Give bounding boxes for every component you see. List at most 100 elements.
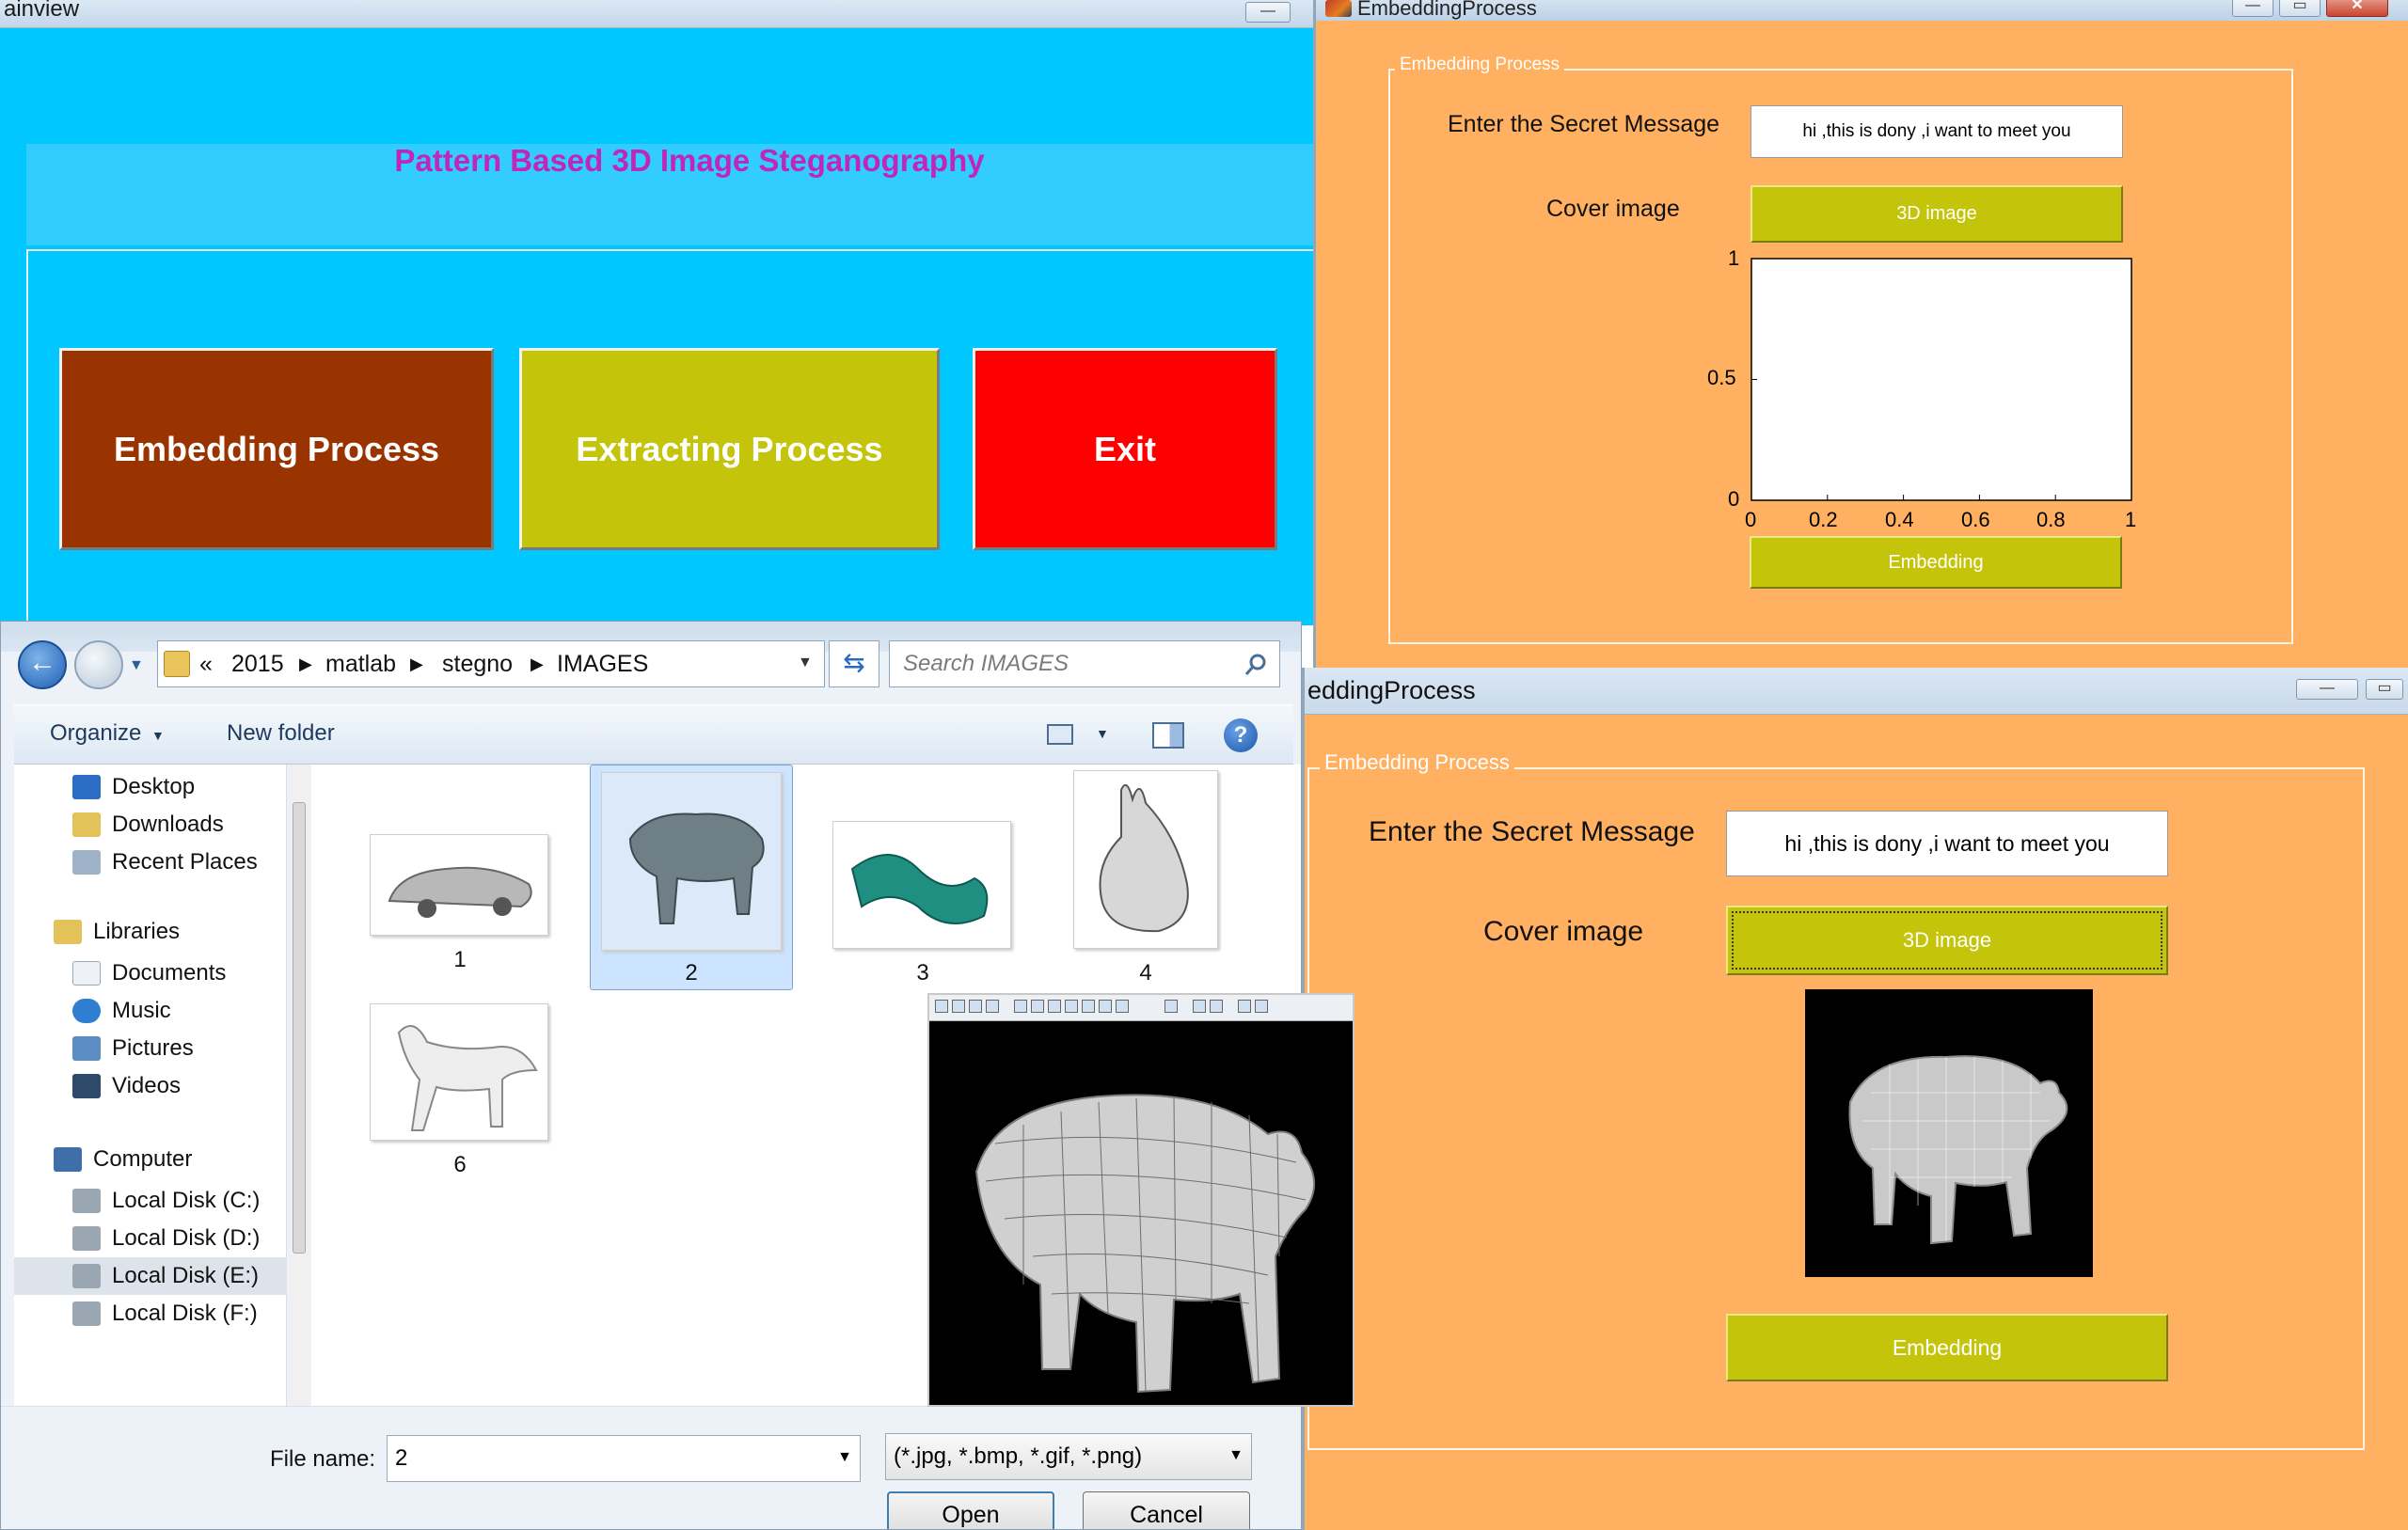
file-thumb-1[interactable] (370, 834, 548, 936)
nav-local-disk-c[interactable]: Local Disk (C:) (14, 1182, 287, 1220)
nav-downloads[interactable]: Downloads (72, 806, 258, 844)
minimize-button[interactable]: — (2232, 0, 2273, 17)
nav-label: Libraries (93, 919, 181, 944)
embedding-process-button[interactable]: Embedding Process (59, 348, 494, 550)
print-icon[interactable] (986, 1000, 999, 1013)
save-icon[interactable] (969, 1000, 982, 1013)
breadcrumb-2015[interactable]: 2015 (231, 651, 284, 678)
chevron-down-icon[interactable]: ▼ (798, 655, 813, 671)
nav-recent-places[interactable]: Recent Places (72, 844, 258, 881)
maximize-button[interactable]: ▭ (2279, 0, 2321, 17)
file-type-value: (*.jpg, *.bmp, *.gif, *.png) (894, 1443, 1143, 1469)
pan-icon[interactable] (1065, 1000, 1078, 1013)
axes-plot (1751, 258, 2132, 501)
hide-plot-tools-icon[interactable] (1238, 1000, 1251, 1013)
nav-libraries[interactable]: Libraries (54, 913, 180, 951)
breadcrumb-matlab[interactable]: matlab (325, 651, 396, 678)
file-label-4: 4 (1139, 960, 1152, 986)
show-plot-tools-icon[interactable] (1255, 1000, 1268, 1013)
cover-image-button[interactable]: 3D image (1751, 185, 2123, 243)
chevron-right-icon: ▶ (299, 655, 312, 673)
refresh-icon[interactable]: ⇆ (829, 640, 879, 687)
breadcrumb-overflow[interactable]: « (199, 651, 213, 678)
secret-message-input[interactable]: hi ,this is dony ,i want to meet you (1751, 105, 2123, 158)
navigation-pane: Desktop Downloads Recent Places Librarie… (14, 765, 287, 1406)
horse-mesh-icon (397, 1024, 538, 1131)
drive-icon (72, 1189, 101, 1213)
nav-local-disk-e[interactable]: Local Disk (E:) (14, 1257, 287, 1295)
pointer-icon[interactable] (1014, 1000, 1027, 1013)
folder-icon (164, 651, 190, 677)
help-icon[interactable]: ? (1224, 718, 1258, 752)
recent-places-icon (72, 850, 101, 875)
nav-label: Downloads (112, 812, 224, 837)
nav-local-disk-d[interactable]: Local Disk (D:) (14, 1220, 287, 1257)
chevron-down-icon[interactable]: ▼ (1096, 726, 1109, 741)
file-thumb-3[interactable] (832, 821, 1011, 949)
zoom-out-icon[interactable] (1048, 1000, 1061, 1013)
nav-music[interactable]: Music (72, 992, 226, 1030)
file-name-value: 2 (395, 1445, 408, 1471)
maximize-button[interactable]: ▭ (2366, 679, 2403, 700)
legend-icon[interactable] (1210, 1000, 1223, 1013)
embedding-button-bottom[interactable]: Embedding (1726, 1314, 2168, 1381)
nav-videos[interactable]: Videos (72, 1067, 226, 1105)
breadcrumb-images[interactable]: IMAGES (557, 651, 648, 678)
address-bar[interactable]: « 2015 ▶ matlab ▶ stegno ▶ IMAGES ▼ (157, 640, 825, 687)
open-icon[interactable] (952, 1000, 965, 1013)
file-type-select[interactable]: (*.jpg, *.bmp, *.gif, *.png) ▼ (885, 1433, 1252, 1480)
rotate-icon[interactable] (1082, 1000, 1095, 1013)
zoom-in-icon[interactable] (1031, 1000, 1044, 1013)
forward-arrow-icon[interactable] (74, 640, 123, 689)
close-button[interactable]: ✕ (2326, 0, 2388, 17)
cover-image-button[interactable]: 3D image (1726, 906, 2168, 975)
cancel-button[interactable]: Cancel (1083, 1491, 1250, 1529)
file-thumb-2[interactable] (601, 772, 782, 951)
extracting-process-button[interactable]: Extracting Process (519, 348, 940, 550)
preview-pane-icon[interactable] (1152, 722, 1184, 749)
link-icon[interactable] (1164, 1000, 1178, 1013)
dragon-mesh-icon (850, 854, 989, 924)
app-heading: Pattern Based 3D Image Steganography (394, 143, 985, 178)
dialog-toolbar: Organize ▼ New folder ▼ ? (14, 704, 1293, 765)
organize-button[interactable]: Organize (50, 720, 141, 747)
file-name-input[interactable]: 2 ▼ (387, 1435, 861, 1482)
file-thumb-4[interactable] (1073, 770, 1218, 949)
search-input[interactable]: Search IMAGES (889, 640, 1280, 687)
embedding-button-top[interactable]: Embedding (1750, 536, 2122, 589)
nav-local-disk-f[interactable]: Local Disk (F:) (14, 1295, 287, 1333)
back-arrow-icon[interactable]: ← (18, 640, 67, 689)
minimize-button[interactable]: — (1245, 2, 1291, 23)
colorbar-icon[interactable] (1193, 1000, 1206, 1013)
nav-pictures[interactable]: Pictures (72, 1030, 226, 1067)
x-tick-0.2: 0.2 (1809, 508, 1838, 531)
nav-label: Pictures (112, 1035, 194, 1061)
open-button[interactable]: Open (887, 1491, 1054, 1529)
computer-icon (54, 1147, 82, 1172)
embedding-titlebar-top: EmbeddingProcess — ▭ ✕ (1316, 0, 2408, 21)
minimize-button[interactable]: — (2296, 679, 2358, 700)
file-thumb-6[interactable] (370, 1003, 548, 1141)
new-folder-button[interactable]: New folder (227, 720, 335, 747)
chevron-down-icon[interactable]: ▼ (1228, 1447, 1244, 1464)
nav-desktop[interactable]: Desktop (72, 768, 258, 806)
new-figure-icon[interactable] (935, 1000, 948, 1013)
search-icon[interactable] (1244, 653, 1268, 677)
view-icon[interactable] (1047, 724, 1073, 745)
brush-icon[interactable] (1116, 1000, 1129, 1013)
search-placeholder: Search IMAGES (903, 651, 1069, 676)
nav-scrollbar[interactable] (289, 765, 309, 1406)
data-cursor-icon[interactable] (1099, 1000, 1112, 1013)
nav-computer[interactable]: Computer (54, 1141, 192, 1178)
embedding-window-top: EmbeddingProcess — ▭ ✕ Embedding Process… (1313, 0, 2408, 668)
breadcrumb-stegno[interactable]: stegno (442, 651, 513, 678)
chevron-down-icon[interactable]: ▼ (837, 1449, 852, 1466)
exit-button[interactable]: Exit (973, 348, 1277, 550)
y-tick-0: 0 (1728, 487, 1740, 511)
chevron-down-icon[interactable]: ▼ (129, 657, 144, 674)
nav-documents[interactable]: Documents (72, 954, 226, 992)
scrollbar-thumb[interactable] (293, 802, 306, 1254)
secret-message-input[interactable]: hi ,this is dony ,i want to meet you (1726, 811, 2168, 876)
figure-toolbar (929, 995, 1353, 1021)
x-tick-0.6: 0.6 (1961, 508, 1990, 531)
